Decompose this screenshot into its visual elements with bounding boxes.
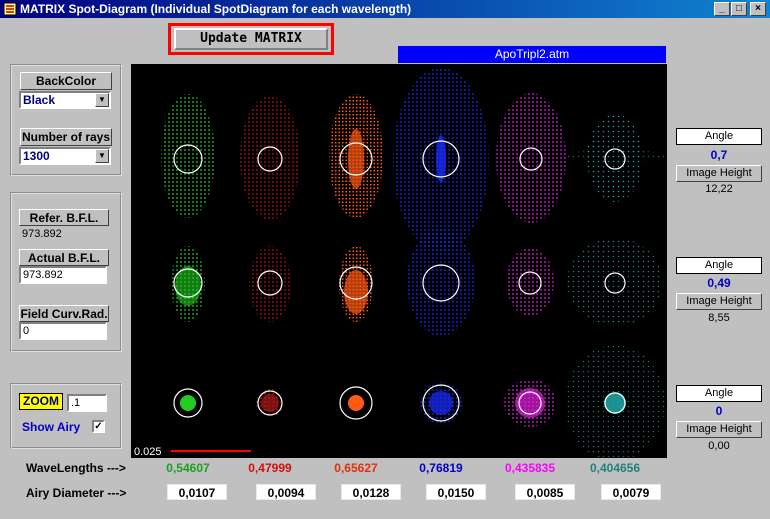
wavelength-6: 0,404656 <box>589 461 641 475</box>
spot-magenta-r2 <box>506 248 554 316</box>
rays-label: Number of rays <box>20 128 112 146</box>
airy-diameter-2: 0,0094 <box>256 484 316 500</box>
spot-green-r3 <box>180 395 196 411</box>
image-height-label-2: Image Height <box>676 293 762 310</box>
image-height-value-3: 0,00 <box>708 440 730 452</box>
file-banner: ApoTripl2.atm <box>398 46 666 63</box>
angle-label-1: Angle <box>676 128 762 145</box>
airy-diameter-6: 0,0079 <box>601 484 661 500</box>
wavelength-1: 0,54607 <box>166 461 210 475</box>
minimize-button[interactable]: _ <box>714 2 730 16</box>
wavelength-2: 0,47999 <box>248 461 292 475</box>
app-icon <box>3 2 17 16</box>
title-bar: MATRIX Spot-Diagram (Individual SpotDiag… <box>0 0 770 18</box>
rays-select[interactable]: 1300 ▼ <box>19 147 111 165</box>
update-matrix-label: Update MATRIX <box>200 31 302 46</box>
chevron-down-icon[interactable]: ▼ <box>95 93 109 107</box>
wavelengths-label: WaveLengths ---> <box>26 461 126 475</box>
show-airy-label: Show Airy <box>22 420 81 434</box>
airy-diameter-3: 0,0128 <box>341 484 401 500</box>
scale-label: 0.025 <box>134 446 162 458</box>
image-height-value-2: 8,55 <box>708 312 730 324</box>
spot-cyan-core-r3 <box>604 392 626 414</box>
image-height-label-3: Image Height <box>676 421 762 438</box>
show-airy-checkbox[interactable]: ✓ <box>92 420 105 433</box>
field-curv-input[interactable]: 0 <box>19 322 107 340</box>
wavelength-5: 0,435835 <box>504 461 556 475</box>
spot-blue-r2 <box>407 228 475 336</box>
spot-matrix-svg: 0.025 <box>134 68 667 461</box>
zoom-input[interactable]: .1 <box>67 394 107 412</box>
spot-cyan-halo-r1 <box>563 150 667 162</box>
spot-red-r2 <box>249 246 291 322</box>
backcolor-label: BackColor <box>20 72 112 90</box>
spot-red-r1 <box>240 96 300 220</box>
actual-bfl-input[interactable]: 973.892 <box>19 266 107 284</box>
update-matrix-button[interactable]: Update MATRIX <box>174 28 328 50</box>
spot-green-r1 <box>161 94 215 218</box>
spot-orange-r3 <box>348 395 364 411</box>
image-height-label-1: Image Height <box>676 165 762 182</box>
spot-diagram-plot: 0.025 <box>131 64 667 461</box>
field-curv-label: Field Curv.Rad. <box>19 305 109 322</box>
spot-cyan-r2 <box>567 238 663 326</box>
spot-red-core-r3 <box>261 394 279 412</box>
maximize-button[interactable]: □ <box>731 2 747 16</box>
angle-label-3: Angle <box>676 385 762 402</box>
chevron-down-icon[interactable]: ▼ <box>95 149 109 163</box>
image-height-value-1: 12,22 <box>705 183 733 195</box>
airy-diameter-5: 0,0085 <box>515 484 575 500</box>
angle-label-2: Angle <box>676 257 762 274</box>
backcolor-select[interactable]: Black ▼ <box>19 91 111 109</box>
angle-value-3: 0 <box>715 404 723 418</box>
wavelength-3: 0,65627 <box>334 461 378 475</box>
spot-blue-core-r3 <box>429 391 453 415</box>
wavelength-4: 0,76819 <box>419 461 463 475</box>
angle-value-2: 0,49 <box>707 276 731 290</box>
spot-row-2 <box>171 228 663 336</box>
refer-bfl-value: 973.892 <box>22 228 62 240</box>
window-title: MATRIX Spot-Diagram (Individual SpotDiag… <box>20 2 412 16</box>
zoom-button[interactable]: ZOOM <box>19 393 63 410</box>
spot-blue-core-r1 <box>436 135 446 183</box>
spot-orange-core-r2 <box>344 270 368 314</box>
spot-orange-core-r1 <box>348 129 364 189</box>
airy-diameter-label: Airy Diameter ---> <box>26 486 127 500</box>
close-button[interactable]: × <box>750 2 766 16</box>
file-name: ApoTripl2.atm <box>494 47 570 61</box>
refer-bfl-label: Refer. B.F.L. <box>19 209 109 226</box>
spot-row-1 <box>161 68 667 252</box>
spot-magenta-r1 <box>496 93 566 223</box>
backcolor-value: Black <box>23 93 56 107</box>
actual-bfl-label: Actual B.F.L. <box>19 249 109 266</box>
angle-value-1: 0,7 <box>710 148 728 162</box>
rays-value: 1300 <box>23 149 50 163</box>
airy-diameter-4: 0,0150 <box>426 484 486 500</box>
airy-diameter-1: 0,0107 <box>167 484 227 500</box>
